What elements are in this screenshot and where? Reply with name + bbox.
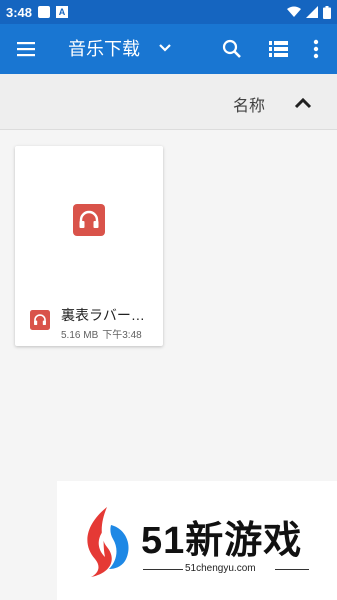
file-size: 5.16 MB (61, 330, 99, 341)
a-app-icon: A (56, 6, 69, 18)
file-time: 下午3:48 (102, 330, 142, 341)
file-card[interactable]: 裏表ラバー… 5.16 MB 下午3:48 (15, 146, 163, 346)
more-vert-icon[interactable] (306, 37, 326, 61)
headphones-icon (30, 310, 50, 330)
divider (275, 569, 309, 570)
search-icon[interactable] (220, 37, 244, 61)
chevron-down-icon[interactable] (155, 38, 175, 58)
menu-icon[interactable] (14, 37, 38, 61)
watermark-url: 51chengyu.com (185, 563, 256, 574)
notification-square-icon (38, 6, 51, 18)
sort-by-name-label[interactable]: 名称 (233, 92, 265, 116)
arrow-up-icon[interactable] (291, 91, 315, 115)
sort-bar: 名称 (0, 74, 337, 130)
status-bar: 3:48 A (0, 0, 337, 24)
battery-icon (323, 5, 331, 19)
toolbar-title[interactable]: 音乐下载 (68, 37, 140, 61)
headphones-icon (73, 204, 105, 236)
watermark-brand: 51新游戏 (141, 520, 303, 562)
status-right-icons (287, 5, 331, 19)
brand-logo-icon (87, 507, 129, 577)
app-toolbar: 音乐下载 (0, 24, 337, 74)
status-time: 3:48 (6, 4, 33, 20)
file-meta: 5.16 MB 下午3:48 (61, 326, 146, 341)
watermark: 51新游戏 51chengyu.com (57, 481, 337, 600)
wifi-icon (287, 6, 301, 17)
file-name: 裏表ラバー… (61, 307, 145, 323)
divider (143, 569, 183, 570)
list-view-icon[interactable] (266, 37, 290, 61)
signal-icon (306, 6, 318, 18)
